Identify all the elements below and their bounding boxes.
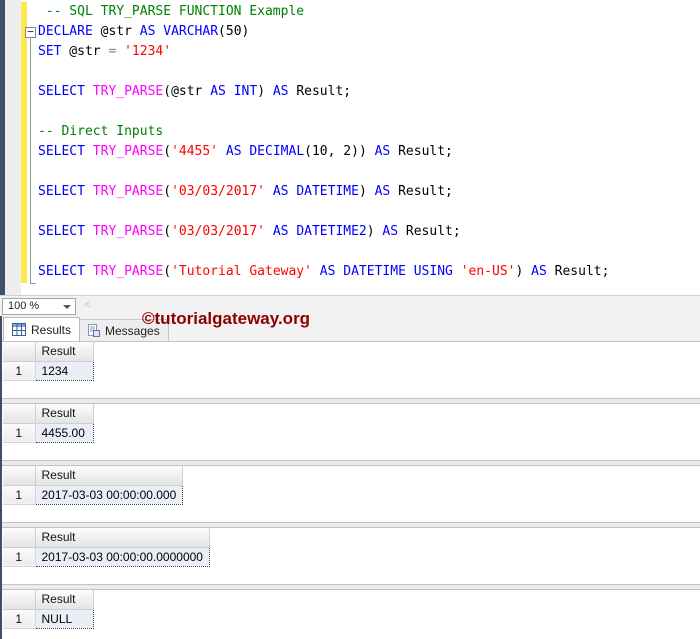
code-line: SELECT TRY_PARSE(@str AS INT) AS Result; <box>38 84 352 99</box>
column-header[interactable]: Result <box>34 466 184 486</box>
fold-collapse-icon[interactable]: − <box>25 26 36 38</box>
results-pane: Results Messages ©tutorialgateway.org Re… <box>0 309 700 639</box>
ssms-query-window: − -- SQL TRY_PARSE FUNCTION Example DECLA… <box>0 0 700 639</box>
sql-editor[interactable]: − -- SQL TRY_PARSE FUNCTION Example DECLA… <box>0 0 700 295</box>
row-number[interactable]: 1 <box>3 608 36 629</box>
results-tabstrip: Results Messages ©tutorialgateway.org <box>2 309 700 341</box>
row-selector-header[interactable] <box>3 342 36 362</box>
result-grid: Result 1 NULL <box>2 589 700 639</box>
tab-results[interactable]: Results <box>3 317 81 341</box>
code-line: SET @str = '1234' <box>38 44 172 59</box>
scroll-left-icon[interactable]: < <box>84 299 90 311</box>
result-grid: Result 1 2017-03-03 00:00:00.0000000 <box>2 527 700 585</box>
result-cell[interactable]: 4455.00 <box>34 422 94 443</box>
row-selector-header[interactable] <box>3 466 36 486</box>
results-grid-icon <box>12 323 26 336</box>
code-area[interactable]: -- SQL TRY_PARSE FUNCTION Example DECLARE… <box>38 2 609 282</box>
code-line: DECLARE @str AS VARCHAR(50) <box>38 24 250 39</box>
fold-region-line <box>30 38 31 283</box>
result-grid: Result 1 1234 <box>2 341 700 399</box>
messages-icon <box>87 324 100 337</box>
fold-region-end <box>30 283 36 284</box>
code-line: SELECT TRY_PARSE('03/03/2017' AS DATETIM… <box>38 224 461 239</box>
row-selector-header[interactable] <box>3 404 36 424</box>
code-line: -- Direct Inputs <box>38 124 164 139</box>
column-header[interactable]: Result <box>34 342 94 362</box>
code-line: SELECT TRY_PARSE('Tutorial Gateway' AS D… <box>38 264 610 279</box>
code-line: SELECT TRY_PARSE('4455' AS DECIMAL(10, 2… <box>38 144 453 159</box>
result-cell[interactable]: 2017-03-03 00:00:00.000 <box>34 484 184 505</box>
row-number[interactable]: 1 <box>3 422 36 443</box>
code-line: SELECT TRY_PARSE('03/03/2017' AS DATETIM… <box>38 184 453 199</box>
row-number[interactable]: 1 <box>3 360 36 381</box>
result-cell[interactable]: 1234 <box>34 360 94 381</box>
chevron-down-icon <box>63 305 71 309</box>
row-number[interactable]: 1 <box>3 546 36 567</box>
tab-results-label: Results <box>31 322 72 337</box>
result-grid: Result 1 2017-03-03 00:00:00.000 <box>2 465 700 523</box>
result-grid: Result 1 4455.00 <box>2 403 700 461</box>
result-cell[interactable]: 2017-03-03 00:00:00.0000000 <box>34 546 210 567</box>
watermark-text: ©tutorialgateway.org <box>142 309 311 328</box>
code-line: -- SQL TRY_PARSE FUNCTION Example <box>38 4 305 19</box>
editor-gutter <box>5 0 21 295</box>
zoom-dropdown[interactable]: 100 % <box>2 298 76 315</box>
editor-scrollbar-row: 100 % < <box>0 295 700 316</box>
row-selector-header[interactable] <box>3 590 36 610</box>
row-selector-header[interactable] <box>3 528 36 548</box>
change-tracking-bar <box>21 2 27 283</box>
row-number[interactable]: 1 <box>3 484 36 505</box>
result-grids-container: Result 1 1234 Result 1 4455.00 Result 1 2017-03-… <box>2 341 700 639</box>
zoom-value: 100 % <box>8 300 40 312</box>
column-header[interactable]: Result <box>34 528 210 548</box>
column-header[interactable]: Result <box>34 590 94 610</box>
result-cell[interactable]: NULL <box>34 608 94 629</box>
column-header[interactable]: Result <box>34 404 94 424</box>
